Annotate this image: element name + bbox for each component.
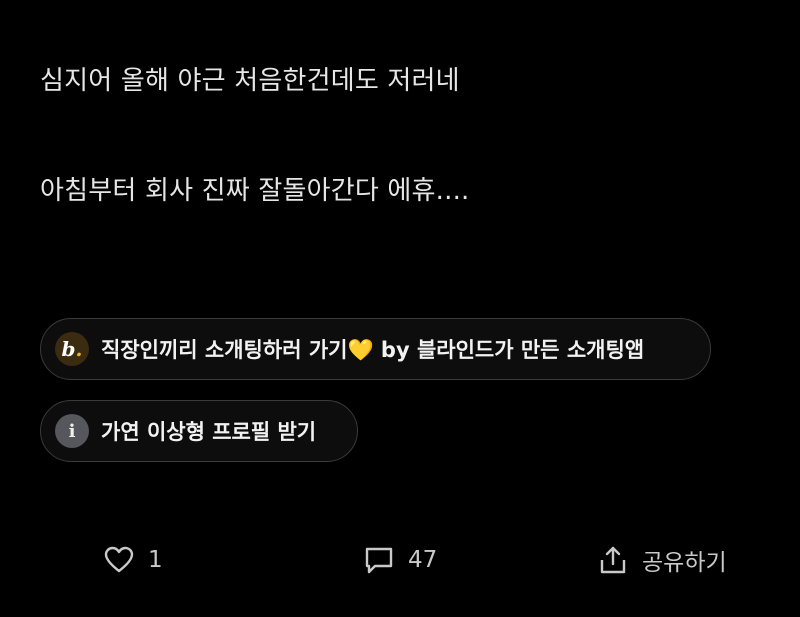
heart-icon [104, 546, 134, 574]
comment-count: 47 [408, 547, 438, 573]
promo-chip-label: 직장인끼리 소개팅하러 가기💛 by 블라인드가 만든 소개팅앱 [101, 338, 645, 362]
ideal-type-profile-chip[interactable]: i 가연 이상형 프로필 받기 [40, 400, 358, 462]
share-button[interactable]: 공유하기 [598, 540, 727, 580]
like-button[interactable]: 1 [104, 540, 163, 580]
comment-icon [364, 545, 394, 575]
promo-chip-label: 가연 이상형 프로필 받기 [101, 420, 317, 444]
post-text-line: 아침부터 회사 진짜 잘돌아간다 에휴.... [40, 176, 470, 206]
info-icon: i [55, 414, 89, 448]
share-label: 공유하기 [642, 550, 727, 576]
blind-b-logo-icon: b. [55, 332, 89, 366]
like-count: 1 [148, 547, 163, 573]
comment-button[interactable]: 47 [364, 540, 437, 580]
post-text-line: 심지어 올해 야근 처음한건데도 저러네 [40, 66, 460, 96]
post-action-bar: 1 47 공유하기 [0, 540, 800, 580]
share-icon [598, 545, 628, 575]
blind-dating-promo-chip[interactable]: b. 직장인끼리 소개팅하러 가기💛 by 블라인드가 만든 소개팅앱 [40, 318, 711, 380]
